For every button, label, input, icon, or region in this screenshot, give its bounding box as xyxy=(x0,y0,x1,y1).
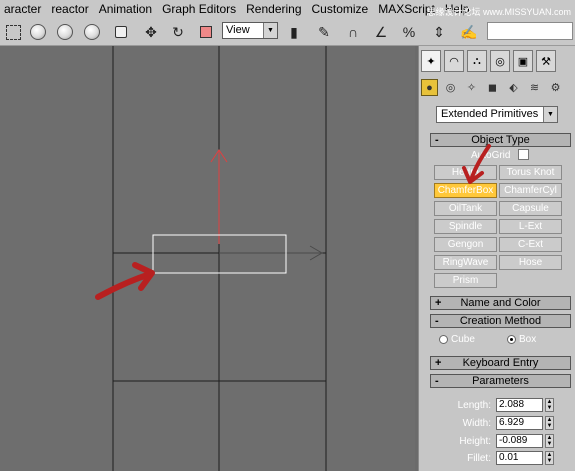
menu-rendering[interactable]: Rendering xyxy=(242,0,307,18)
edit-named-selection-icon[interactable]: ✍ xyxy=(458,21,480,43)
menu-customize[interactable]: Customize xyxy=(308,0,375,18)
panel-annotation-layer xyxy=(462,144,491,184)
snap-toggle-icon[interactable]: ∩ xyxy=(342,21,364,43)
angle-snap-icon[interactable]: ∠ xyxy=(370,21,392,43)
sphere-icon[interactable] xyxy=(54,21,76,43)
pivot-center-icon[interactable]: ▮ xyxy=(283,21,305,43)
sphere-icon[interactable] xyxy=(81,21,103,43)
menu-character[interactable]: aracter xyxy=(0,0,47,18)
command-panel: ✦ ◠ ⛬ ◎ ▣ ⚒ ● ◎ ✧ ◼ ⬖ ≋ ⚙ Extended Primi… xyxy=(418,46,575,471)
select-region-icon[interactable] xyxy=(2,21,24,43)
menu-bar: aracter reactor Animation Graph Editors … xyxy=(0,0,575,18)
select-object-icon[interactable] xyxy=(110,21,132,43)
named-selection-input[interactable] xyxy=(487,22,573,40)
percent-snap-icon[interactable]: % xyxy=(398,21,420,43)
rotate-icon[interactable]: ↻ xyxy=(167,21,189,43)
main-toolbar: ✥ ↻ View ▼ ▮ ✎ ∩ ∠ % ⇕ ✍ xyxy=(0,18,575,46)
move-icon[interactable]: ✥ xyxy=(140,21,162,43)
select-manipulate-icon[interactable]: ✎ xyxy=(313,21,335,43)
scale-icon[interactable] xyxy=(195,21,217,43)
menu-graph-editors[interactable]: Graph Editors xyxy=(158,0,242,18)
watermark: 思缘设计论坛 www.MISSYUAN.com xyxy=(426,7,571,17)
viewport-canvas xyxy=(95,46,327,471)
menu-reactor[interactable]: reactor xyxy=(47,0,94,18)
menu-animation[interactable]: Animation xyxy=(95,0,158,18)
reference-coordinate-select[interactable]: View ▼ xyxy=(222,22,278,39)
spinner-snap-icon[interactable]: ⇕ xyxy=(428,21,450,43)
chevron-down-icon: ▼ xyxy=(263,23,277,38)
sphere-icon[interactable] xyxy=(27,21,49,43)
top-viewport[interactable] xyxy=(0,46,415,471)
